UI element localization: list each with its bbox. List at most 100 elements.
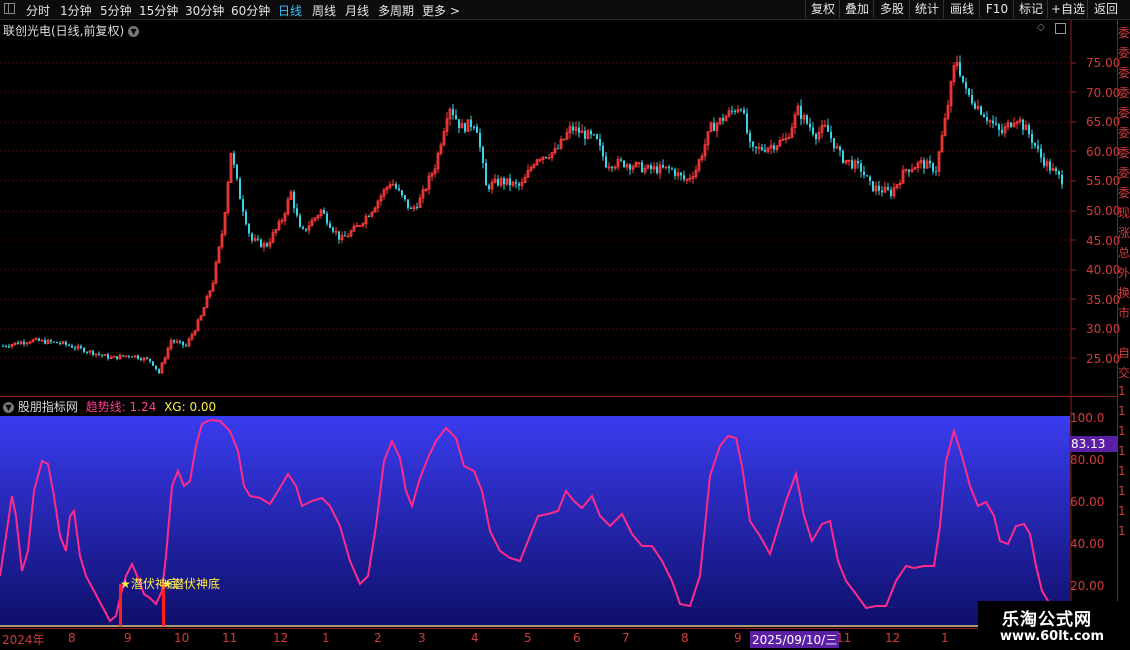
candle-body bbox=[1040, 148, 1042, 158]
overlay-button[interactable]: 叠加 bbox=[839, 0, 874, 18]
quote-strip-char: 换 bbox=[1118, 286, 1130, 300]
draw-button[interactable]: 画线 bbox=[943, 0, 980, 18]
period-tab-more[interactable]: 更多 > bbox=[422, 2, 460, 19]
candle-body bbox=[662, 165, 664, 168]
period-tab-monthly[interactable]: 月线 bbox=[345, 2, 369, 19]
candle-body bbox=[998, 124, 1000, 130]
x-tick: 2 bbox=[374, 631, 382, 645]
candle-body bbox=[764, 149, 766, 152]
candle-body bbox=[590, 130, 592, 135]
candle-body bbox=[800, 105, 802, 120]
candle-body bbox=[869, 176, 871, 182]
candle-body bbox=[1037, 145, 1039, 149]
candle-body bbox=[395, 184, 397, 189]
candlestick-chart bbox=[0, 55, 1070, 375]
candle-body bbox=[983, 114, 985, 118]
candle-body bbox=[593, 134, 595, 136]
adjust-button[interactable]: 复权 bbox=[805, 0, 840, 18]
candle-body bbox=[851, 160, 853, 169]
indicator-tick: 40.00 bbox=[1070, 537, 1105, 551]
candle-body bbox=[722, 117, 724, 121]
candle-body bbox=[968, 88, 970, 95]
candle-body bbox=[44, 340, 46, 344]
period-tab-60min[interactable]: 60分钟 bbox=[231, 2, 270, 19]
period-tab-15min[interactable]: 15分钟 bbox=[139, 2, 178, 19]
period-tab-fenshi[interactable]: 分时 bbox=[26, 2, 50, 19]
indicator-tick: 20.00 bbox=[1070, 579, 1105, 593]
price-tick: 25.00 bbox=[1086, 352, 1121, 366]
candle-body bbox=[296, 208, 298, 216]
candle-body bbox=[1043, 157, 1045, 166]
candle-body bbox=[482, 147, 484, 164]
candle-body bbox=[971, 94, 973, 104]
x-tick: 10 bbox=[174, 631, 190, 645]
candle-body bbox=[872, 181, 874, 192]
chevron-down-icon[interactable]: ▼ bbox=[3, 402, 14, 413]
multi-stock-button[interactable]: 多股 bbox=[873, 0, 910, 18]
quote-strip-char: 1 bbox=[1118, 444, 1126, 458]
quote-strip-char: 委 bbox=[1118, 26, 1130, 40]
mark-button[interactable]: 标记 bbox=[1013, 0, 1048, 18]
watermark: 乐淘公式网 www.60lt.com bbox=[978, 601, 1118, 650]
candle-body bbox=[866, 175, 868, 177]
candle-body bbox=[50, 340, 52, 342]
quote-strip-char: 1 bbox=[1118, 404, 1126, 418]
price-tick: 60.00 bbox=[1086, 145, 1121, 159]
signal-star-icon: ★ bbox=[120, 577, 131, 591]
candle-body bbox=[251, 233, 253, 241]
x-cursor-date: 2025/09/10/三 bbox=[750, 631, 840, 648]
period-tab-5min[interactable]: 5分钟 bbox=[100, 2, 132, 19]
period-tab-multi[interactable]: 多周期 bbox=[378, 2, 414, 19]
signal-label: 潜伏神底 bbox=[172, 576, 220, 591]
candle-body bbox=[74, 347, 76, 349]
x-tick: 5 bbox=[524, 631, 532, 645]
indicator-axis bbox=[1070, 397, 1072, 629]
candle-body bbox=[773, 145, 775, 150]
panel-divider bbox=[0, 396, 1118, 397]
price-tick: 35.00 bbox=[1086, 293, 1121, 307]
candle-body bbox=[743, 109, 745, 114]
candle-body bbox=[257, 238, 259, 240]
candle-body bbox=[962, 75, 964, 83]
candle-body bbox=[749, 132, 751, 142]
period-tab-1min[interactable]: 1分钟 bbox=[60, 2, 92, 19]
candle-body bbox=[860, 163, 862, 172]
period-tab-daily[interactable]: 日线 bbox=[278, 2, 302, 19]
candle-body bbox=[863, 171, 865, 176]
candle-body bbox=[731, 110, 733, 112]
period-tab-30min[interactable]: 30分钟 bbox=[185, 2, 224, 19]
indicator-name[interactable]: 股朋指标网 bbox=[18, 400, 78, 414]
candle-body bbox=[932, 163, 934, 172]
watermark-name: 乐淘公式网 bbox=[1002, 610, 1092, 630]
candle-body bbox=[980, 106, 982, 115]
candle-body bbox=[605, 156, 607, 168]
window-toggle-icon[interactable] bbox=[4, 3, 15, 14]
candle-body bbox=[812, 127, 814, 135]
candle-body bbox=[1034, 142, 1036, 146]
period-tab-weekly[interactable]: 周线 bbox=[312, 2, 336, 19]
candle-body bbox=[140, 358, 142, 361]
candle-body bbox=[629, 164, 631, 170]
candle-body bbox=[923, 160, 925, 169]
candle-body bbox=[815, 134, 817, 139]
quote-strip-char: 委 bbox=[1118, 126, 1130, 140]
quote-strip-char: 委 bbox=[1118, 66, 1130, 80]
candle-body bbox=[23, 341, 25, 344]
candle-body bbox=[473, 126, 475, 128]
candle-body bbox=[887, 187, 889, 190]
f10-button[interactable]: F10 bbox=[979, 0, 1014, 18]
add-watchlist-button[interactable]: +自选 bbox=[1047, 0, 1088, 18]
quote-strip-char: 外 bbox=[1118, 266, 1130, 280]
candle-body bbox=[179, 341, 181, 343]
candle-body bbox=[995, 123, 997, 125]
candle-body bbox=[878, 185, 880, 191]
back-button[interactable]: 返回 bbox=[1087, 0, 1124, 18]
candle-body bbox=[185, 345, 187, 347]
stats-button[interactable]: 统计 bbox=[909, 0, 944, 18]
candle-body bbox=[833, 138, 835, 149]
candle-body bbox=[59, 343, 61, 345]
candle-body bbox=[476, 126, 478, 133]
x-tick: 11 bbox=[222, 631, 238, 645]
price-tick: 40.00 bbox=[1086, 263, 1121, 277]
candle-body bbox=[1061, 174, 1063, 185]
